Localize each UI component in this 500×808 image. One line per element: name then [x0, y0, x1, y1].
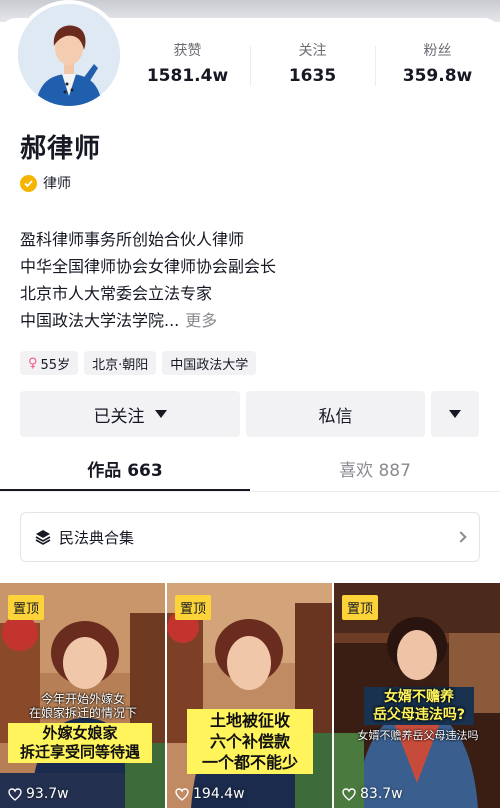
female-icon: ♀: [28, 355, 38, 371]
video-caption-highlight: 外嫁女娘家 拆迁享受同等待遇: [8, 723, 152, 763]
caret-down-icon: [449, 410, 461, 418]
following-label: 已关注: [93, 406, 145, 427]
heart-icon: [8, 787, 22, 801]
stats-bar: 获赞 1581.4w 关注 1635 粉丝 359.8w: [125, 40, 500, 100]
stat-label: 关注: [298, 43, 327, 59]
video-thumbnail[interactable]: 置顶 土地被征收 六个补偿款 一个都不能少 194.4w: [167, 583, 332, 808]
collection-entry[interactable]: 民法典合集: [20, 512, 480, 562]
stat-value: 1581.4w: [146, 66, 229, 86]
bio: 盈科律师事务所创始合伙人律师 中华全国律师协会女律师协会副会长 北京市人大常委会…: [20, 226, 276, 334]
verification: 律师: [20, 173, 71, 193]
like-count-value: 83.7w: [360, 786, 403, 802]
heart-icon: [175, 787, 189, 801]
profile-name: 郝律师: [20, 134, 102, 164]
tag-age: ♀ 55岁: [20, 351, 79, 375]
stat-label: 粉丝: [423, 43, 452, 59]
verified-check-icon: [20, 174, 37, 192]
bio-line: 中国政法大学法学院...: [20, 311, 180, 330]
stat-value: 1635: [288, 66, 337, 86]
message-label: 私信: [318, 406, 353, 427]
bio-line: 中华全国律师协会女律师协会副会长: [20, 257, 277, 276]
video-caption-bottom: 女婿不赡养岳父母违法吗: [357, 729, 479, 742]
caption-line: 土地被征收: [209, 711, 290, 730]
pinned-badge: 置顶: [8, 595, 45, 620]
caption-line: 岳父母违法吗?: [372, 707, 466, 723]
message-button[interactable]: 私信: [246, 391, 425, 437]
pinned-badge: 置顶: [342, 595, 379, 620]
bio-more-link[interactable]: 更多: [185, 311, 217, 330]
like-count-value: 194.4w: [193, 786, 245, 802]
content-tabs: 作品 663 喜欢 887: [0, 440, 500, 492]
tab-likes[interactable]: 喜欢 887: [250, 440, 500, 492]
video-caption-top: 今年开始外嫁女 在娘家拆迁的情况下: [8, 692, 158, 720]
caret-down-icon: [154, 410, 167, 418]
divider: [0, 491, 500, 492]
video-grid: 置顶 今年开始外嫁女 在娘家拆迁的情况下 外嫁女娘家 拆迁享受同等待遇 93.7…: [0, 583, 500, 808]
caption-line: 一个都不能少: [201, 753, 298, 772]
tag-label: 北京·朝阳: [92, 357, 149, 373]
action-buttons: 已关注 私信: [20, 391, 479, 437]
video-caption-highlight: 女婿不赡养 岳父母违法吗?: [364, 687, 474, 725]
tag-location: 北京·朝阳: [84, 351, 157, 375]
stat-label: 获赞: [173, 43, 202, 59]
bio-line: 盈科律师事务所创始合伙人律师: [20, 230, 245, 249]
bio-line-last: 中国政法大学法学院... 更多: [20, 307, 276, 334]
bio-line: 北京市人大常委会立法专家: [20, 284, 213, 303]
caption-line: 今年开始外嫁女: [40, 692, 125, 706]
stat-followers[interactable]: 粉丝 359.8w: [375, 40, 500, 100]
like-count-value: 93.7w: [26, 786, 69, 802]
video-caption-highlight: 土地被征收 六个补偿款 一个都不能少: [187, 709, 313, 774]
stat-likes[interactable]: 获赞 1581.4w: [125, 40, 250, 100]
tab-works[interactable]: 作品 663: [0, 440, 250, 492]
profile-tags: ♀ 55岁 北京·朝阳 中国政法大学: [20, 351, 257, 375]
collection-label: 民法典合集: [59, 528, 135, 547]
heart-icon: [342, 787, 356, 801]
following-button[interactable]: 已关注: [20, 391, 240, 437]
like-count: 194.4w: [175, 786, 245, 802]
caption-line: 在娘家拆迁的情况下: [28, 706, 137, 720]
video-thumbnail[interactable]: 置顶 今年开始外嫁女 在娘家拆迁的情况下 外嫁女娘家 拆迁享受同等待遇 93.7…: [0, 583, 165, 808]
tag-label: 中国政法大学: [170, 357, 249, 373]
pinned-badge: 置顶: [175, 595, 212, 620]
more-options-button[interactable]: [431, 391, 479, 437]
caption-line: 女婿不赡养: [384, 689, 454, 705]
caption-line: 拆迁享受同等待遇: [19, 743, 140, 761]
tag-label: 55岁: [40, 357, 71, 373]
chevron-right-icon: [455, 531, 467, 543]
video-thumbnail[interactable]: 置顶 女婿不赡养 岳父母违法吗? 女婿不赡养岳父母违法吗 83.7w: [334, 583, 500, 808]
caption-line: 六个补偿款: [209, 732, 290, 751]
avatar[interactable]: [14, 0, 124, 110]
like-count: 83.7w: [342, 786, 403, 802]
verify-label: 律师: [43, 176, 71, 192]
tag-school: 中国政法大学: [162, 351, 257, 375]
stat-following[interactable]: 关注 1635: [250, 40, 375, 100]
stat-value: 359.8w: [402, 66, 473, 86]
like-count: 93.7w: [8, 786, 69, 802]
caption-line: 外嫁女娘家: [42, 724, 118, 742]
layers-icon: [35, 530, 51, 545]
